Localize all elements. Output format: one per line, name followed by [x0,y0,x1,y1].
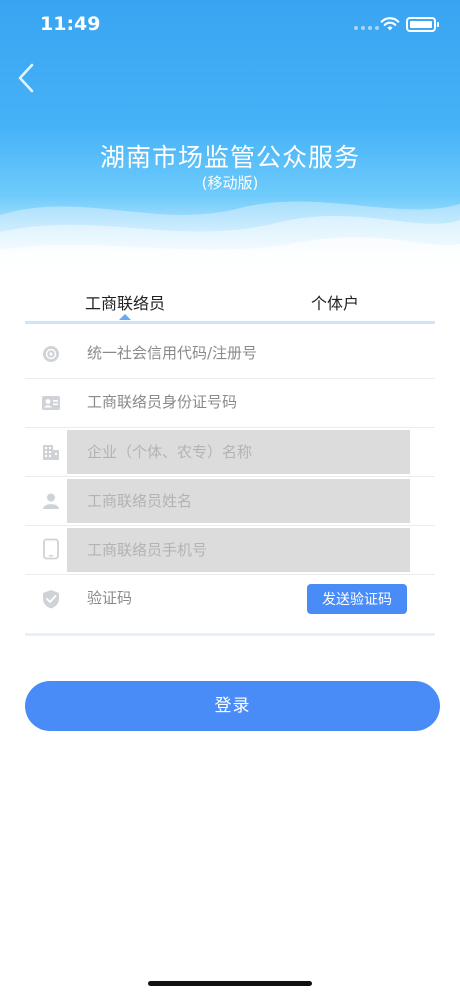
verification-row: 发送验证码 [25,575,435,624]
shield-icon [43,590,59,609]
app-title: 湖南市场监管公众服务 [99,143,360,172]
id-number-row [25,379,435,428]
login-button[interactable]: 登录 [25,681,440,731]
company-name-row [25,428,435,477]
company-name-input [67,430,410,474]
person-icon [43,493,59,509]
cellular-signal-icon [354,26,379,30]
tab-individual[interactable]: 个体户 [311,290,359,314]
status-bar: 11:49 [0,0,460,50]
phone-input [67,528,410,572]
phone-icon [43,538,59,560]
back-chevron-icon[interactable] [12,60,42,96]
status-time: 11:49 [40,13,101,35]
form-divider [25,633,435,636]
contact-name-input [67,479,410,523]
battery-icon [406,17,439,32]
login-type-tabs: 工商联络员 个体户 [25,280,435,324]
id-card-icon [42,396,60,410]
send-code-button[interactable]: 发送验证码 [307,584,407,614]
verification-code-input[interactable] [67,575,297,621]
header-banner: 11:49 湖南市场监管公众服务 (移动版) [0,0,460,280]
phone-row [25,526,435,575]
login-form: 发送验证码 [25,330,435,624]
building-icon [43,445,59,460]
id-number-input[interactable] [67,379,410,425]
home-indicator [148,981,312,986]
credit-code-input[interactable] [67,330,410,376]
active-tab-indicator [119,314,131,320]
wifi-icon [380,17,400,31]
contact-name-row [25,477,435,526]
tab-liaison[interactable]: 工商联络员 [85,290,165,314]
badge-icon [43,346,59,362]
app-subtitle: (移动版) [201,174,259,192]
credit-code-row [25,330,435,379]
